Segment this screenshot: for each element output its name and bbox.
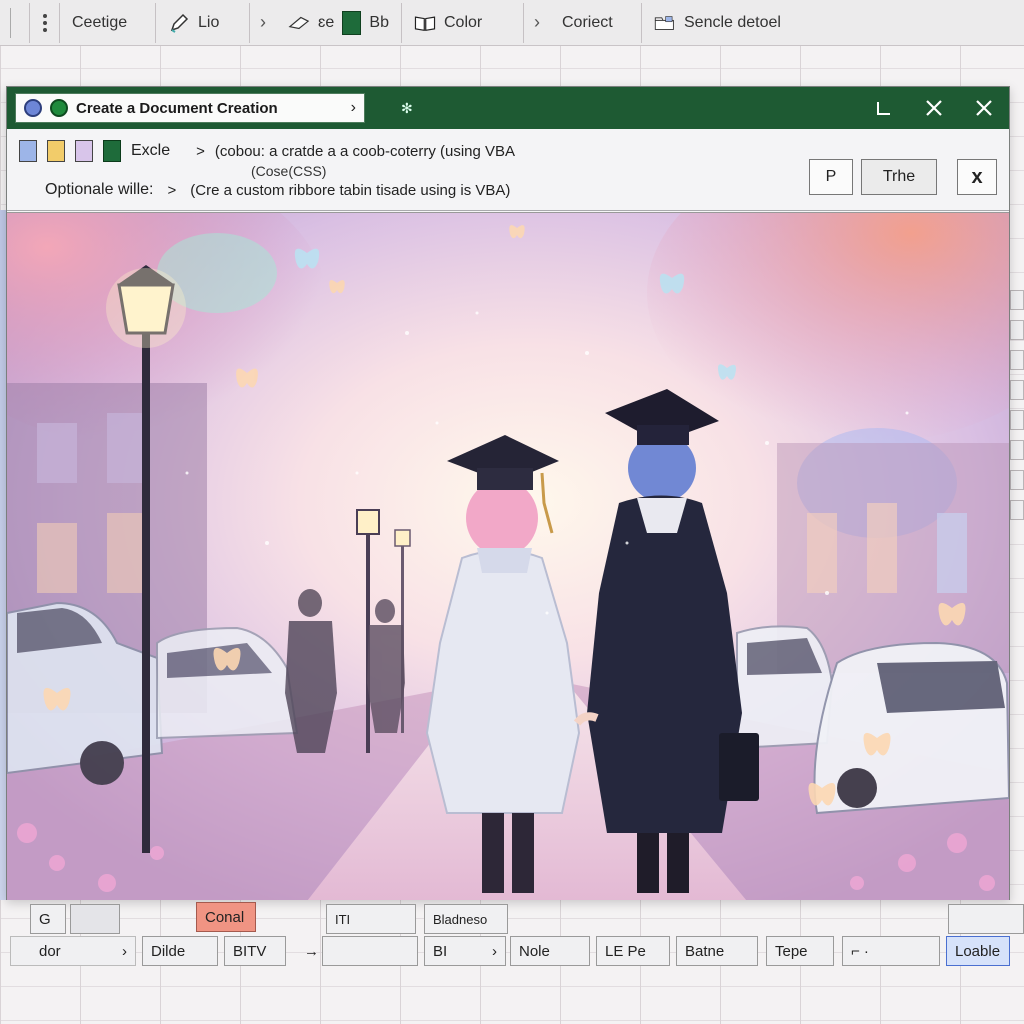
car-right-2 <box>813 641 1009 815</box>
color-swatch-yellow[interactable] <box>47 140 65 162</box>
document-creation-dialog: Create a Document Creation › ✻ Excle > (… <box>6 86 1010 900</box>
top-ribbon: Ceetige Lio › ɛe Bb Color › Coriect Senc… <box>0 0 1024 46</box>
bottom-cell-8[interactable]: BI › <box>424 936 506 966</box>
ribbon-left-edge <box>0 2 30 43</box>
bottom-cell-empty[interactable] <box>322 936 418 966</box>
option-label: Optionale wille: <box>45 181 154 198</box>
bottom-cell-8-label: BI <box>433 942 448 960</box>
excel-label: Excle <box>131 142 171 159</box>
ribbon-item-4-label: Bb <box>369 13 389 31</box>
instruction-line-2: (Cre a custom ribbore tabin tisade using… <box>190 181 511 199</box>
bottom-cell-highlight[interactable]: Conal <box>196 902 256 932</box>
bottom-cell-5[interactable]: dor › <box>10 936 136 966</box>
right-scroll-markers <box>1010 290 1024 740</box>
graduation-illustration <box>7 212 1009 900</box>
ribbon-item-5-label: Color <box>444 13 483 31</box>
bottom-cell-10[interactable]: LE Pe <box>596 936 670 966</box>
chevron-right-icon: › <box>122 942 127 960</box>
ribbon-item-7[interactable]: Sencle detoel <box>642 3 842 43</box>
chevron-right-icon: > <box>167 181 177 199</box>
bottom-cell-11[interactable]: Batne <box>676 936 758 966</box>
bottom-cell-selected[interactable]: Loable <box>946 936 1010 966</box>
the-button[interactable]: Trhe <box>861 159 937 195</box>
chevron-right-icon: > <box>196 142 205 160</box>
bottom-cell-4[interactable]: Bladneso <box>424 904 508 934</box>
folder-icon <box>654 12 676 34</box>
toolbar-buttons: P Trhe x <box>809 159 997 195</box>
ribbon-chevron-2[interactable]: › <box>524 3 550 43</box>
arrow-right-icon: → <box>304 942 319 960</box>
ribbon-item-2-label: Lio <box>198 13 220 31</box>
bottom-cell-3[interactable]: ITI <box>326 904 416 934</box>
ribbon-item-1-label: Ceetige <box>72 13 128 31</box>
dialog-title: Create a Document Creation <box>76 99 278 117</box>
bottom-cell-6[interactable]: Dilde <box>142 936 218 966</box>
p-button[interactable]: P <box>809 159 853 195</box>
instruction-line-1: (cobou: a cratde a a coob-coterry (using… <box>214 142 516 160</box>
ribbon-item-1[interactable]: Ceetige <box>60 2 156 43</box>
ribbon-item-2[interactable]: Lio <box>156 2 250 43</box>
ribbon-chevron[interactable]: › <box>250 3 276 43</box>
bottom-cell-1[interactable]: G <box>30 904 66 934</box>
ribbon-item-6[interactable]: Coriect <box>550 2 642 43</box>
dialog-titlebar: Create a Document Creation › ✻ <box>7 87 1009 129</box>
sparkle-icon: ✻ <box>401 99 413 116</box>
ribbon-grip-icon[interactable] <box>30 2 60 43</box>
ribbon-item-5[interactable]: Color <box>402 2 524 43</box>
fill-color-icon <box>342 10 362 35</box>
book-icon <box>414 12 436 34</box>
ribbon-item-7-label: Sencle detoel <box>684 13 781 31</box>
bottom-cell-right[interactable] <box>948 904 1024 934</box>
color-swatch-purple[interactable] <box>75 140 93 162</box>
dialog-title-box[interactable]: Create a Document Creation › <box>15 93 365 123</box>
ribbon-item-6-label: Coriect <box>562 13 613 31</box>
close-icon[interactable] <box>971 95 997 121</box>
bottom-cell-blank[interactable] <box>70 904 120 934</box>
sort-icon: ⌐ · <box>851 942 869 960</box>
bottom-cell-icon[interactable]: ⌐ · <box>842 936 940 966</box>
car-right <box>736 625 834 750</box>
pencil-icon <box>168 12 190 34</box>
ribbon-item-3-label: ɛe <box>318 13 335 31</box>
dialog-toolbar: Excle > (cobou: a cratde a a coob-coterr… <box>7 129 1009 211</box>
bottom-cell-7[interactable]: BITV <box>224 936 286 966</box>
close-icon[interactable] <box>921 95 947 121</box>
color-swatch-blue[interactable] <box>19 140 37 162</box>
eraser-icon <box>288 12 310 34</box>
bottom-cell-5-label: dor <box>39 942 61 960</box>
chevron-right-icon: › <box>492 942 497 960</box>
ribbon-item-3[interactable]: ɛe Bb <box>276 2 402 43</box>
minimize-icon[interactable] <box>871 95 897 121</box>
circle-blue-icon <box>24 99 42 117</box>
bottom-cell-9[interactable]: Nole <box>510 936 590 966</box>
chevron-right-icon: › <box>350 99 356 116</box>
close-x-button[interactable]: x <box>957 159 997 195</box>
bottom-cell-12[interactable]: Tepe <box>766 936 834 966</box>
bottom-cell-area: G Conal ITI Bladneso dor › Dilde BITV → … <box>0 898 1024 1024</box>
window-controls <box>871 87 997 129</box>
excel-icon <box>103 140 121 162</box>
circle-green-icon <box>50 99 68 117</box>
chevron-right-icon: › <box>534 12 540 32</box>
chevron-right-icon: › <box>260 12 266 32</box>
